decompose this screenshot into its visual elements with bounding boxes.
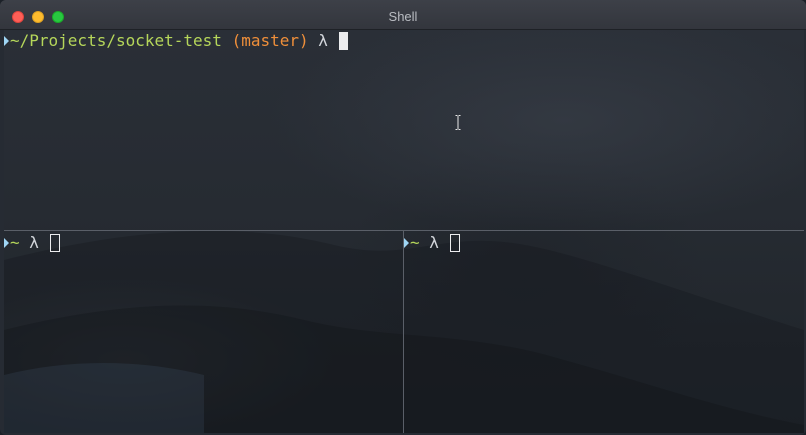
git-branch: (master)	[231, 31, 309, 50]
terminal-cursor	[449, 234, 460, 252]
title-bar[interactable]: Shell	[0, 0, 806, 30]
pane-top[interactable]: ~/Projects/socket-test (master) λ	[4, 30, 804, 230]
prompt-line: ~ λ	[404, 232, 460, 254]
terminal-window: Shell ~/Projects/socket-test (master) λ	[0, 0, 806, 435]
prompt-symbol: λ	[429, 233, 439, 252]
window-title: Shell	[388, 9, 418, 24]
prompt-line: ~ λ	[4, 232, 60, 254]
current-path: ~	[10, 233, 20, 252]
terminal-cursor	[49, 234, 60, 252]
current-path: ~/Projects/socket-test	[10, 31, 222, 50]
prompt-symbol: λ	[29, 233, 39, 252]
prompt-marker-icon	[404, 238, 409, 248]
current-path: ~	[410, 233, 420, 252]
text-cursor-ibeam-icon	[455, 115, 461, 130]
prompt-line: ~/Projects/socket-test (master) λ	[4, 30, 348, 52]
pane-bottom-left[interactable]: ~ λ	[4, 231, 403, 433]
prompt-marker-icon	[4, 36, 9, 46]
prompt-symbol: λ	[318, 31, 328, 50]
terminal-cursor	[338, 32, 348, 50]
terminal-content: ~/Projects/socket-test (master) λ ~ λ ~ …	[4, 30, 804, 433]
pane-bottom-right[interactable]: ~ λ	[404, 231, 804, 433]
prompt-marker-icon	[4, 238, 9, 248]
